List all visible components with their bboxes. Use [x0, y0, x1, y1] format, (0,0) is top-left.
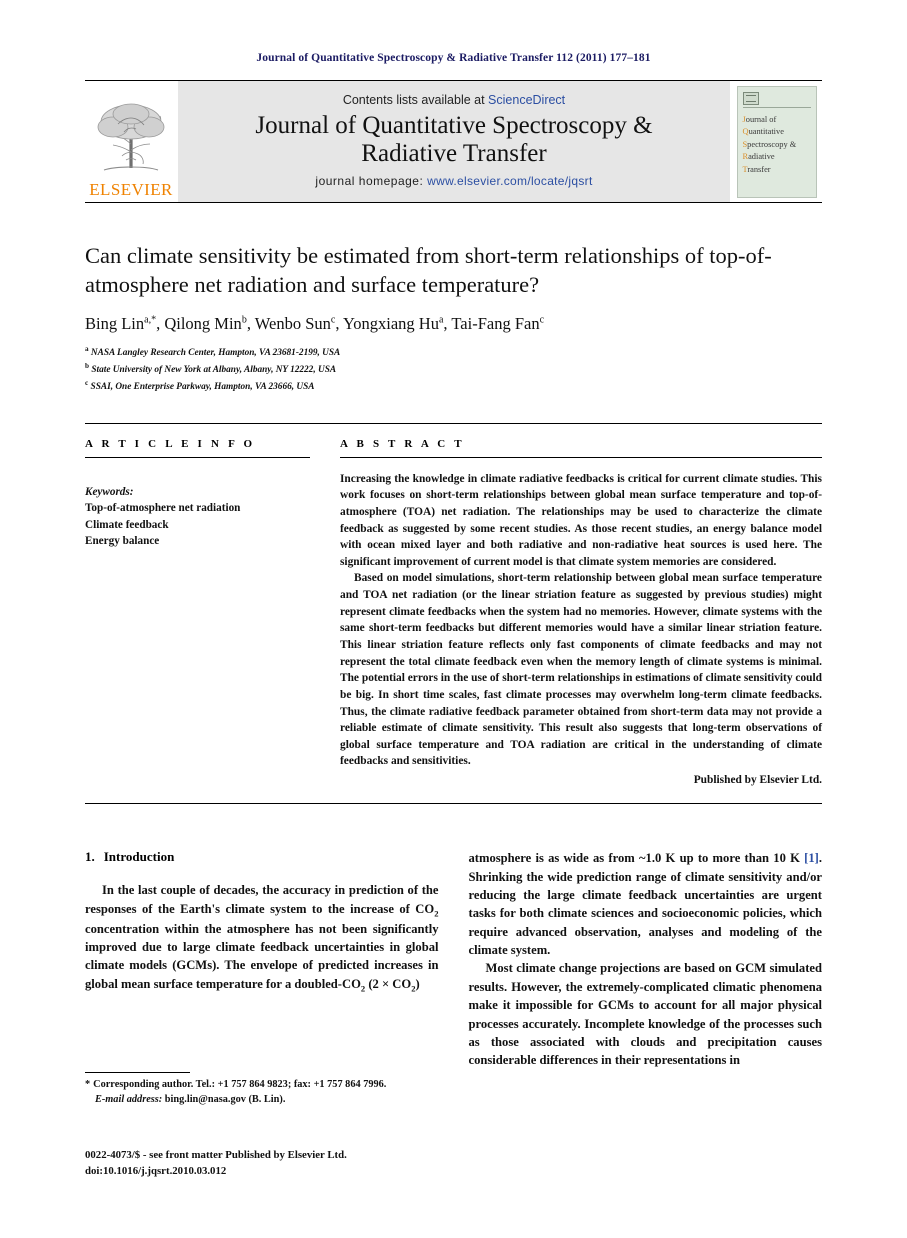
issn-line: 0022-4073/$ - see front matter Published…: [85, 1149, 347, 1161]
corresponding-marker: *: [85, 1079, 91, 1090]
author-list: Bing Lina,*, Qilong Minb, Wenbo Sunc, Yo…: [85, 313, 545, 333]
keywords-label: Keywords:: [85, 485, 134, 498]
journal-homepage-link[interactable]: www.elsevier.com/locate/jqsrt: [427, 174, 592, 188]
running-head: Journal of Quantitative Spectroscopy & R…: [256, 52, 651, 64]
sciencedirect-link[interactable]: ScienceDirect: [488, 93, 565, 107]
keyword-item: Energy balance: [85, 535, 160, 548]
email-note: E-mail address: bing.lin@nasa.gov (B. Li…: [85, 1093, 445, 1108]
author-marks: c: [330, 314, 336, 325]
abstract-rule: [340, 456, 822, 458]
cover-divider: [742, 106, 811, 108]
affiliation: a NASA Langley Research Center, Hampton,…: [85, 344, 341, 358]
footnote-rule: [85, 1072, 190, 1073]
cover-title-line: Transfer: [742, 164, 771, 174]
journal-title-line1: Journal of Quantitative Spectroscopy &: [255, 112, 653, 139]
section-title-introduction: 1. Introduction: [85, 849, 439, 865]
keyword-item: Top-of-atmosphere net radiation: [85, 502, 241, 515]
paper-title: Can climate sensitivity be estimated fro…: [85, 243, 772, 298]
paper-page: Journal of Quantitative Spectroscopy & R…: [0, 0, 907, 1238]
abstract-column: A B S T R A C T Increasing the knowledge…: [340, 424, 822, 789]
abstract-body: Increasing the knowledge in climate radi…: [340, 471, 822, 789]
abstract-paragraph: Based on model simulations, short-term r…: [340, 572, 822, 768]
author: Tai-Fang Fanc: [451, 313, 545, 333]
article-info-column: A R T I C L E I N F O Keywords: Top-of-a…: [85, 424, 310, 789]
intro-right-text: atmosphere is as wide as from ~1.0 K up …: [469, 849, 823, 1070]
email-value[interactable]: bing.lin@nasa.gov (B. Lin).: [165, 1094, 286, 1105]
author: Wenbo Sunc: [254, 313, 336, 333]
journal-homepage-line: journal homepage: www.elsevier.com/locat…: [315, 174, 592, 188]
body-paragraph: atmosphere is as wide as from ~1.0 K up …: [468, 851, 823, 958]
corresponding-author-note: * Corresponding author. Tel.: +1 757 864 …: [85, 1079, 387, 1090]
email-label: E-mail address:: [95, 1093, 163, 1105]
affiliation: b State University of New York at Albany…: [85, 361, 337, 375]
journal-masthead: ELSEVIER Contents lists available at Sci…: [85, 80, 822, 203]
author-marks: a: [438, 314, 444, 325]
affiliation-list: a NASA Langley Research Center, Hampton,…: [85, 344, 822, 395]
footnote-area: * Corresponding author. Tel.: +1 757 864 …: [85, 1072, 445, 1107]
abstract-heading: A B S T R A C T: [340, 437, 465, 450]
elsevier-wordmark: ELSEVIER: [89, 180, 173, 199]
body-paragraph: Most climate change projections are base…: [468, 961, 823, 1068]
issn-doi-footer: 0022-4073/$ - see front matter Published…: [85, 1148, 347, 1179]
cover-inner: Journal of Quantitative Spectroscopy & R…: [736, 85, 817, 198]
intro-left-text: In the last couple of decades, the accur…: [85, 881, 439, 995]
published-by-line: Published by Elsevier Ltd.: [693, 774, 822, 787]
masthead-center: Contents lists available at ScienceDirec…: [177, 81, 730, 202]
doi-line[interactable]: doi:10.1016/j.jqsrt.2010.03.012: [85, 1164, 347, 1180]
cover-title-line: Spectroscopy &: [742, 139, 797, 149]
article-info-heading: A R T I C L E I N F O: [85, 437, 256, 450]
body-column-right: atmosphere is as wide as from ~1.0 K up …: [469, 849, 823, 1070]
journal-title-line2: Radiative Transfer: [361, 140, 547, 167]
elsevier-tree-icon: [88, 94, 174, 180]
abstract-bottom-rule: [85, 802, 822, 805]
cover-title-line: Journal of: [742, 114, 777, 124]
subscript-2: 2: [434, 908, 439, 919]
contents-prefix: Contents lists available at: [342, 93, 489, 107]
cover-title-line: Quantitative: [742, 127, 784, 137]
journal-title: Journal of Quantitative Spectroscopy & R…: [255, 112, 652, 168]
keyword-item: Climate feedback: [85, 518, 169, 531]
elsevier-logo: ELSEVIER: [85, 81, 177, 202]
author: Bing Lina,*: [85, 313, 157, 333]
body-column-left: 1. Introduction In the last couple of dec…: [85, 849, 439, 1070]
author-marks: a,*: [144, 314, 157, 325]
affiliation: c SSAI, One Enterprise Parkway, Hampton,…: [85, 378, 315, 392]
cover-publisher-badge-icon: [742, 91, 759, 105]
section-label: Introduction: [103, 849, 175, 865]
citation-link[interactable]: [1]: [804, 851, 819, 865]
author-marks: c: [539, 314, 545, 325]
cover-title: Journal of Quantitative Spectroscopy & R…: [743, 114, 811, 177]
keywords-block: Keywords: Top-of-atmosphere net radiatio…: [85, 484, 310, 550]
body-paragraph: In the last couple of decades, the accur…: [85, 883, 439, 994]
abstract-paragraph: Increasing the knowledge in climate radi…: [340, 472, 822, 568]
author-marks: b: [241, 314, 247, 325]
contents-available-line: Contents lists available at ScienceDirec…: [343, 93, 565, 107]
article-info-rule: [85, 456, 310, 458]
author: Yongxiang Hua: [343, 313, 444, 333]
section-number: 1.: [85, 849, 95, 865]
body-columns: 1. Introduction In the last couple of dec…: [85, 849, 822, 1070]
info-abstract-section: A R T I C L E I N F O Keywords: Top-of-a…: [85, 422, 822, 789]
title-block: Can climate sensitivity be estimated fro…: [85, 241, 822, 395]
journal-cover-thumbnail: Journal of Quantitative Spectroscopy & R…: [730, 81, 822, 202]
homepage-label: journal homepage:: [315, 174, 428, 188]
cover-title-line: Radiative: [742, 152, 775, 162]
author: Qilong Minb: [164, 313, 247, 333]
